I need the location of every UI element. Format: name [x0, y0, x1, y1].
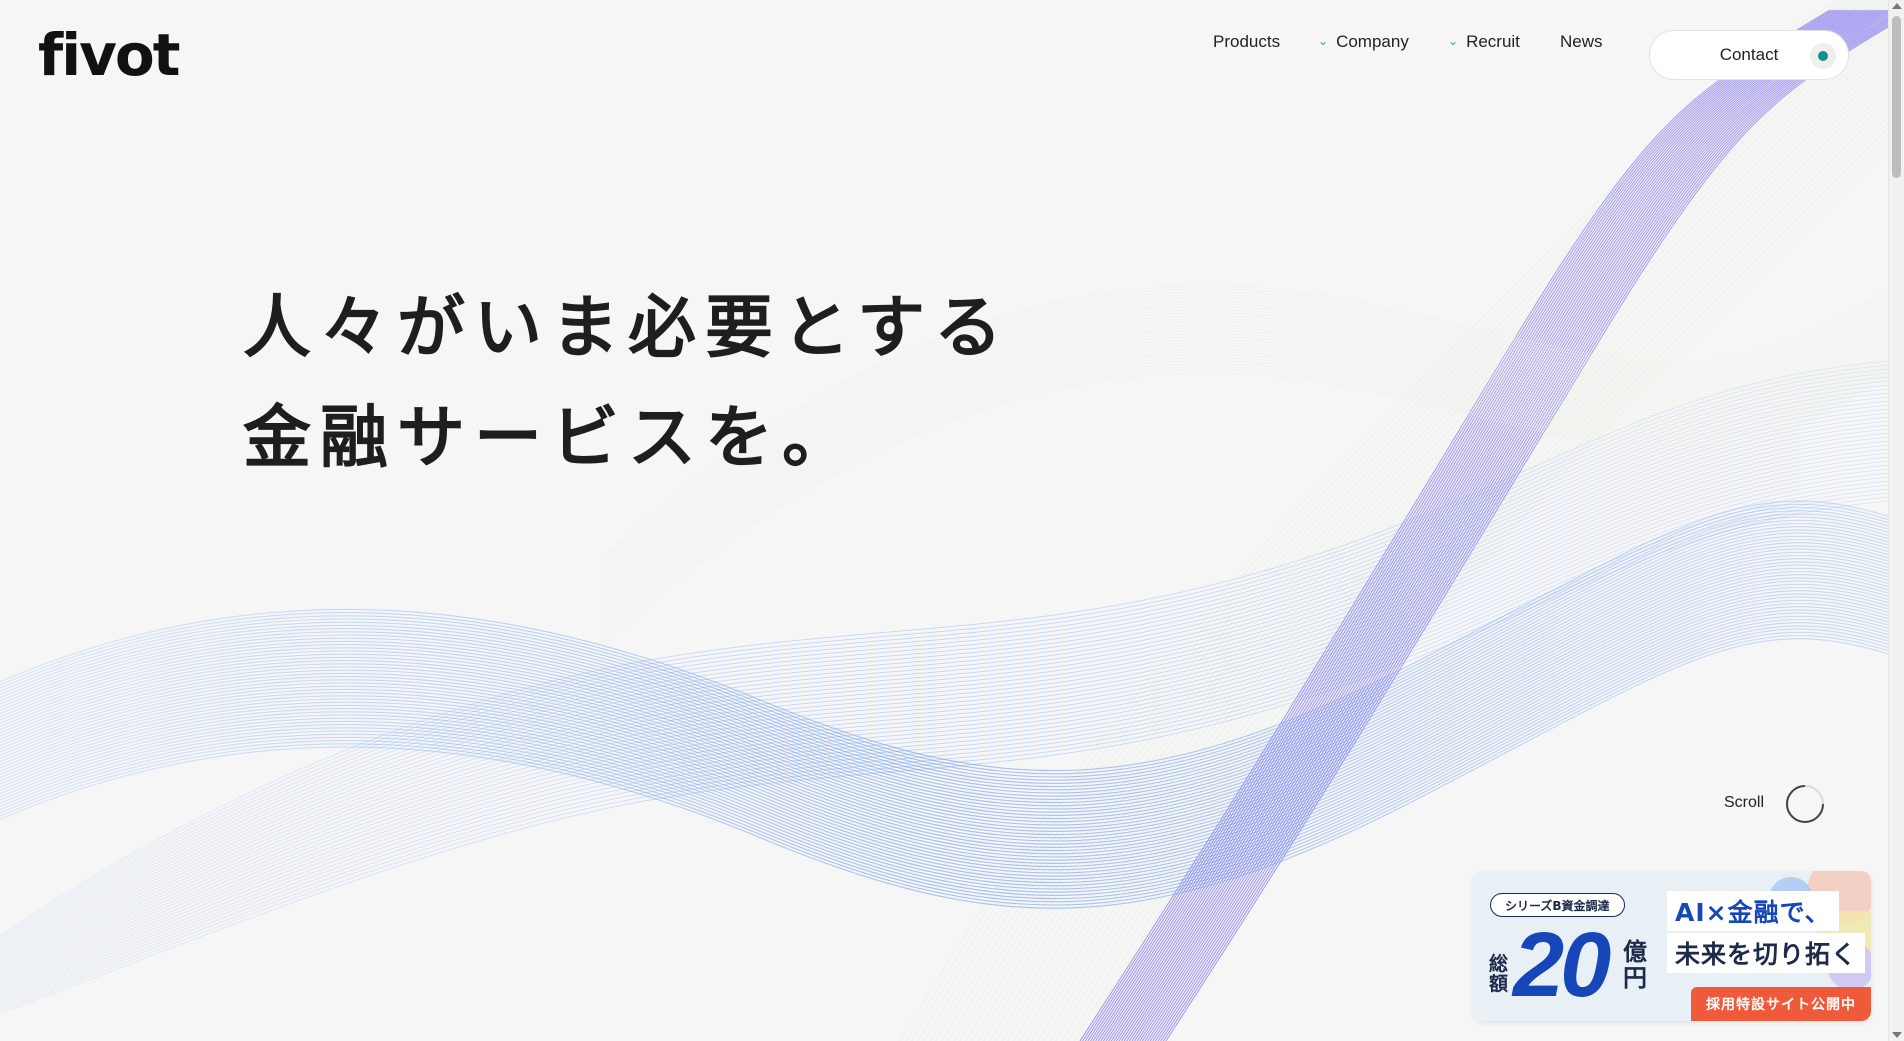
nav-products-label: Products: [1213, 32, 1281, 51]
fivot-logo[interactable]: fivot: [38, 26, 180, 84]
hero-headline-line2: 金融サービスを。: [243, 399, 860, 478]
nav-recruit-label: Recruit: [1466, 32, 1520, 51]
chevron-down-icon: ⌄: [1448, 34, 1459, 48]
banner-cta[interactable]: 採用特設サイト公開中: [1691, 987, 1871, 1021]
banner-total-label: 総額: [1489, 953, 1509, 995]
banner-headline-1: AI×金融で、: [1667, 891, 1839, 931]
page-scrollbar[interactable]: [1888, 0, 1904, 1041]
page: fivot Products ⌄ Company ⌄ Recruit News …: [0, 0, 1888, 1041]
scroll-down-arrow-icon[interactable]: [1892, 1032, 1902, 1038]
nav-company[interactable]: ⌄ Company: [1318, 32, 1409, 52]
recruit-banner[interactable]: シリーズB資金調達 総額 20 億円 AI×金融で、 未来を切り拓く 採用特設サ…: [1473, 871, 1871, 1021]
hero-headline-line1: 人々がいま必要とする: [243, 289, 1011, 368]
nav-news-label: News: [1560, 32, 1603, 51]
nav-news[interactable]: News: [1560, 32, 1603, 52]
banner-headline-2: 未来を切り拓く: [1667, 933, 1866, 973]
scroll-up-arrow-icon[interactable]: [1892, 3, 1902, 9]
scrollbar-thumb[interactable]: [1892, 16, 1901, 178]
contact-dot-icon: [1810, 43, 1836, 69]
nav-products[interactable]: Products: [1213, 32, 1280, 52]
nav-company-label: Company: [1336, 32, 1409, 51]
nav-recruit[interactable]: ⌄ Recruit: [1448, 32, 1520, 52]
contact-button-label: Contact: [1719, 45, 1779, 64]
scroll-label: Scroll: [1724, 794, 1765, 811]
banner-amount: 20: [1513, 914, 1611, 1016]
contact-button[interactable]: Contact: [1649, 30, 1849, 80]
chevron-down-icon: ⌄: [1318, 34, 1329, 48]
banner-unit: 億円: [1623, 938, 1647, 993]
scroll-indicator-icon[interactable]: [1785, 784, 1825, 824]
